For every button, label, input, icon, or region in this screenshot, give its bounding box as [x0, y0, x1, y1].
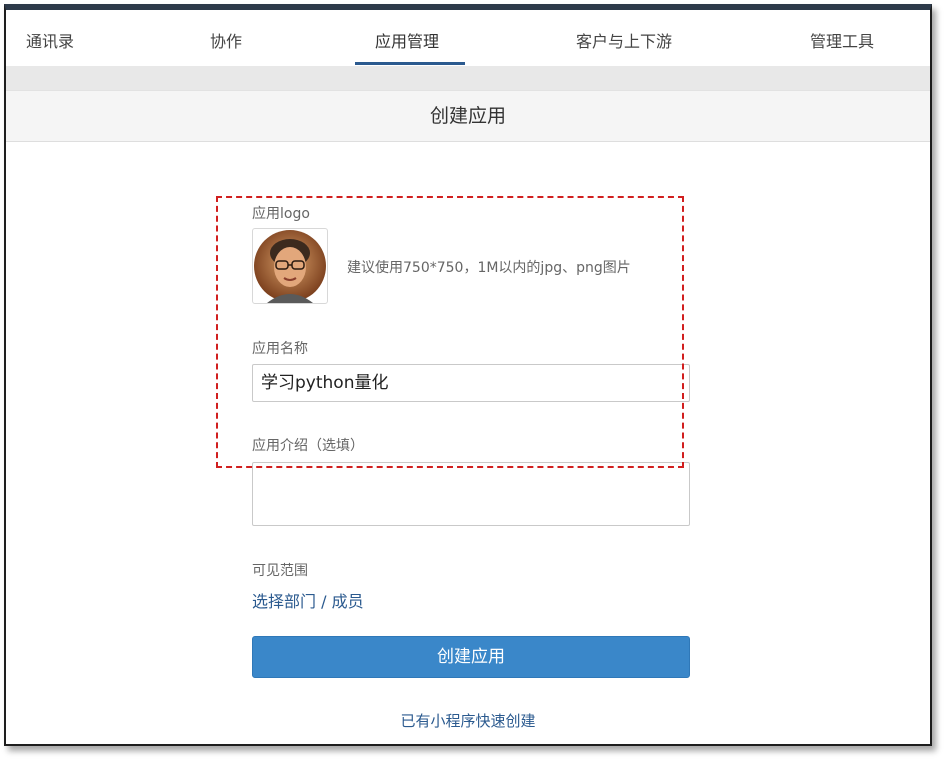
app-description-input[interactable]: [252, 462, 690, 526]
app-logo-upload[interactable]: [252, 228, 328, 304]
page-title: 创建应用: [429, 105, 506, 127]
app-name-input[interactable]: 学习python量化: [252, 364, 690, 402]
logo-hint: 建议使用750*750，1M以内的jpg、png图片: [347, 260, 631, 276]
mini-program-quick-create-link[interactable]: 已有小程序快速创建: [6, 710, 930, 731]
description-label: 应用介绍（选填）: [252, 438, 364, 454]
nav-separator: [6, 66, 930, 90]
page-header: 创建应用: [6, 90, 930, 142]
tab-customers-partners[interactable]: 客户与上下游: [576, 28, 672, 52]
tab-app-management[interactable]: 应用管理: [375, 28, 439, 52]
tab-admin-tools[interactable]: 管理工具: [810, 28, 874, 52]
create-app-button[interactable]: 创建应用: [252, 636, 690, 678]
top-nav: 通讯录 协作 应用管理 客户与上下游 管理工具: [6, 10, 930, 66]
active-tab-indicator: [355, 62, 465, 65]
avatar-image: [254, 230, 326, 303]
tab-collaboration[interactable]: 协作: [210, 28, 242, 52]
logo-label: 应用logo: [252, 206, 310, 222]
tab-contacts[interactable]: 通讯录: [26, 28, 74, 52]
app-window: 通讯录 协作 应用管理 客户与上下游 管理工具 创建应用 应用logo 建议使用…: [4, 4, 932, 746]
visibility-label: 可见范围: [252, 563, 308, 579]
select-dept-members-link[interactable]: 选择部门 / 成员: [252, 588, 364, 612]
name-label: 应用名称: [252, 341, 308, 357]
